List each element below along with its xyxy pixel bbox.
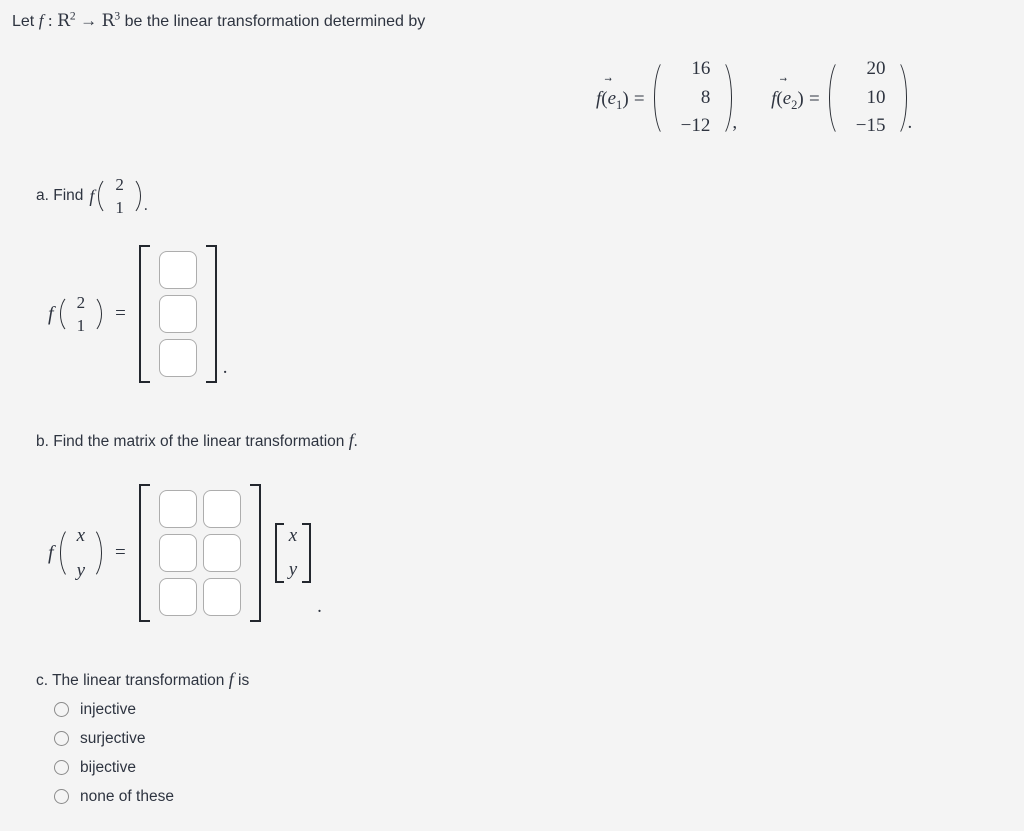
maps-to-arrow-icon: → xyxy=(80,11,98,30)
right-paren-icon xyxy=(89,525,102,581)
option-row-bijective[interactable]: bijective xyxy=(54,753,174,782)
intro-statement: Let f : R2 → R3 be the linear transforma… xyxy=(12,9,426,31)
colon-operator: : xyxy=(47,11,53,30)
option-label-none-of-these: none of these xyxy=(80,787,174,805)
right-bracket-icon xyxy=(205,245,217,383)
right-bracket-icon xyxy=(249,484,261,622)
equals-sign: = xyxy=(115,303,126,324)
matrix-box-r1c1[interactable] xyxy=(158,490,197,528)
matrix-box-r3c2[interactable] xyxy=(202,578,241,616)
vector-f-e1: 16 8 −12 xyxy=(653,56,733,140)
basis-equation-e2-label: f(⃗e2) = xyxy=(771,86,820,111)
comma-separator: , xyxy=(732,112,738,133)
vector-e2-accented: ⃗e xyxy=(782,88,792,110)
answer-box-a-row2[interactable] xyxy=(158,295,197,333)
basis-image-equations: f(⃗e1) = 16 8 −12 , f(⃗e2) = 20 10 −15 xyxy=(596,56,912,140)
codomain-set-symbol: R3 xyxy=(101,9,121,31)
option-label-surjective: surjective xyxy=(80,729,146,747)
basis-equation-e1-label: f(⃗e1) = xyxy=(596,86,645,111)
part-c-function-symbol: f xyxy=(228,669,234,689)
radio-button-none-of-these[interactable] xyxy=(54,789,69,804)
right-paren-icon xyxy=(128,175,141,217)
part-a-answer-vector xyxy=(138,245,217,383)
part-a-input-grid xyxy=(150,245,206,383)
part-a-answer-input-vector: 2 1 xyxy=(59,293,103,335)
domain-set-symbol: R2 xyxy=(57,9,76,31)
part-b-multiplied-vector: x y xyxy=(274,523,312,583)
radio-button-injective[interactable] xyxy=(54,702,69,717)
domain-exponent: 2 xyxy=(69,9,76,23)
part-b-answer-period: . xyxy=(317,596,322,617)
left-bracket-icon xyxy=(274,523,284,583)
codomain-exponent: 3 xyxy=(114,9,121,23)
option-row-none-of-these[interactable]: none of these xyxy=(54,782,174,811)
part-a-prompt-text: a. Find xyxy=(36,187,84,204)
left-paren-icon xyxy=(59,293,73,335)
matrix-box-r2c1[interactable] xyxy=(158,534,197,572)
part-b-prompt-period: . xyxy=(353,433,358,450)
answer-box-a-row1[interactable] xyxy=(158,251,197,289)
matrix-box-r3c1[interactable] xyxy=(158,578,197,616)
part-b-matrix-grid xyxy=(150,484,250,622)
part-a-answer-function-symbol: f xyxy=(48,302,54,325)
left-paren-icon xyxy=(828,56,842,140)
right-bracket-icon xyxy=(302,523,312,583)
vector-entry: y xyxy=(288,559,298,580)
radio-button-surjective[interactable] xyxy=(54,731,69,746)
option-label-bijective: bijective xyxy=(80,758,136,776)
right-paren-icon xyxy=(89,293,103,335)
basis-equation-e2: f(⃗e2) = 20 10 −15 . xyxy=(771,56,912,140)
intro-tail-text: be the linear transformation determined … xyxy=(124,13,426,30)
matrix-box-r1c2[interactable] xyxy=(202,490,241,528)
part-b-prompt-text: b. Find the matrix of the linear transfo… xyxy=(36,433,345,450)
part-b-answer-function-symbol: f xyxy=(48,541,54,564)
equals-sign: = xyxy=(633,88,645,110)
right-paren-icon xyxy=(894,56,908,140)
part-b-prompt: b. Find the matrix of the linear transfo… xyxy=(36,430,358,451)
left-paren-icon xyxy=(653,56,667,140)
option-label-injective: injective xyxy=(80,700,136,718)
part-a-input-vector: 2 1 xyxy=(98,175,141,217)
right-paren-icon xyxy=(719,56,733,140)
part-b-answer-matrix xyxy=(138,484,261,622)
left-paren-icon xyxy=(59,525,73,581)
matrix-box-r2c2[interactable] xyxy=(202,534,241,572)
left-bracket-icon xyxy=(138,484,150,622)
part-c-option-list: injective surjective bijective none of t… xyxy=(54,695,174,811)
part-a-answer-period: . xyxy=(222,357,228,378)
option-row-surjective[interactable]: surjective xyxy=(54,724,174,753)
vector-e1-accented: ⃗e xyxy=(607,88,617,110)
equals-sign: = xyxy=(809,88,820,110)
vector-f-e2: 20 10 −15 xyxy=(828,56,908,140)
part-a-answer-equation: f 2 1 = . xyxy=(48,245,228,383)
part-a-prompt: a. Find f 2 1 . xyxy=(36,175,148,217)
part-b-answer-input-vector: x y xyxy=(59,525,102,581)
option-row-injective[interactable]: injective xyxy=(54,695,174,724)
part-a-prompt-period: . xyxy=(143,197,148,214)
part-c-prompt-text: c. The linear transformation xyxy=(36,672,225,689)
vector-entry: −12 xyxy=(680,115,711,137)
vector-entry: x xyxy=(288,525,298,546)
basis-equation-e1: f(⃗e1) = 16 8 −12 , xyxy=(596,56,737,140)
vector-entry: −15 xyxy=(855,115,886,137)
answer-box-a-row3[interactable] xyxy=(158,339,197,377)
left-paren-icon xyxy=(98,175,111,217)
intro-lead-text: Let xyxy=(12,13,35,30)
equals-sign: = xyxy=(115,542,126,563)
radio-button-bijective[interactable] xyxy=(54,760,69,775)
part-c-prompt: c. The linear transformation f is xyxy=(36,669,249,690)
period-separator: . xyxy=(907,112,913,133)
left-bracket-icon xyxy=(138,245,150,383)
part-a-function-symbol: f xyxy=(89,185,95,206)
part-c-prompt-tail: is xyxy=(238,672,250,689)
function-symbol-f: f xyxy=(38,11,44,30)
part-b-answer-equation: f x y = x y . xyxy=(48,484,322,622)
